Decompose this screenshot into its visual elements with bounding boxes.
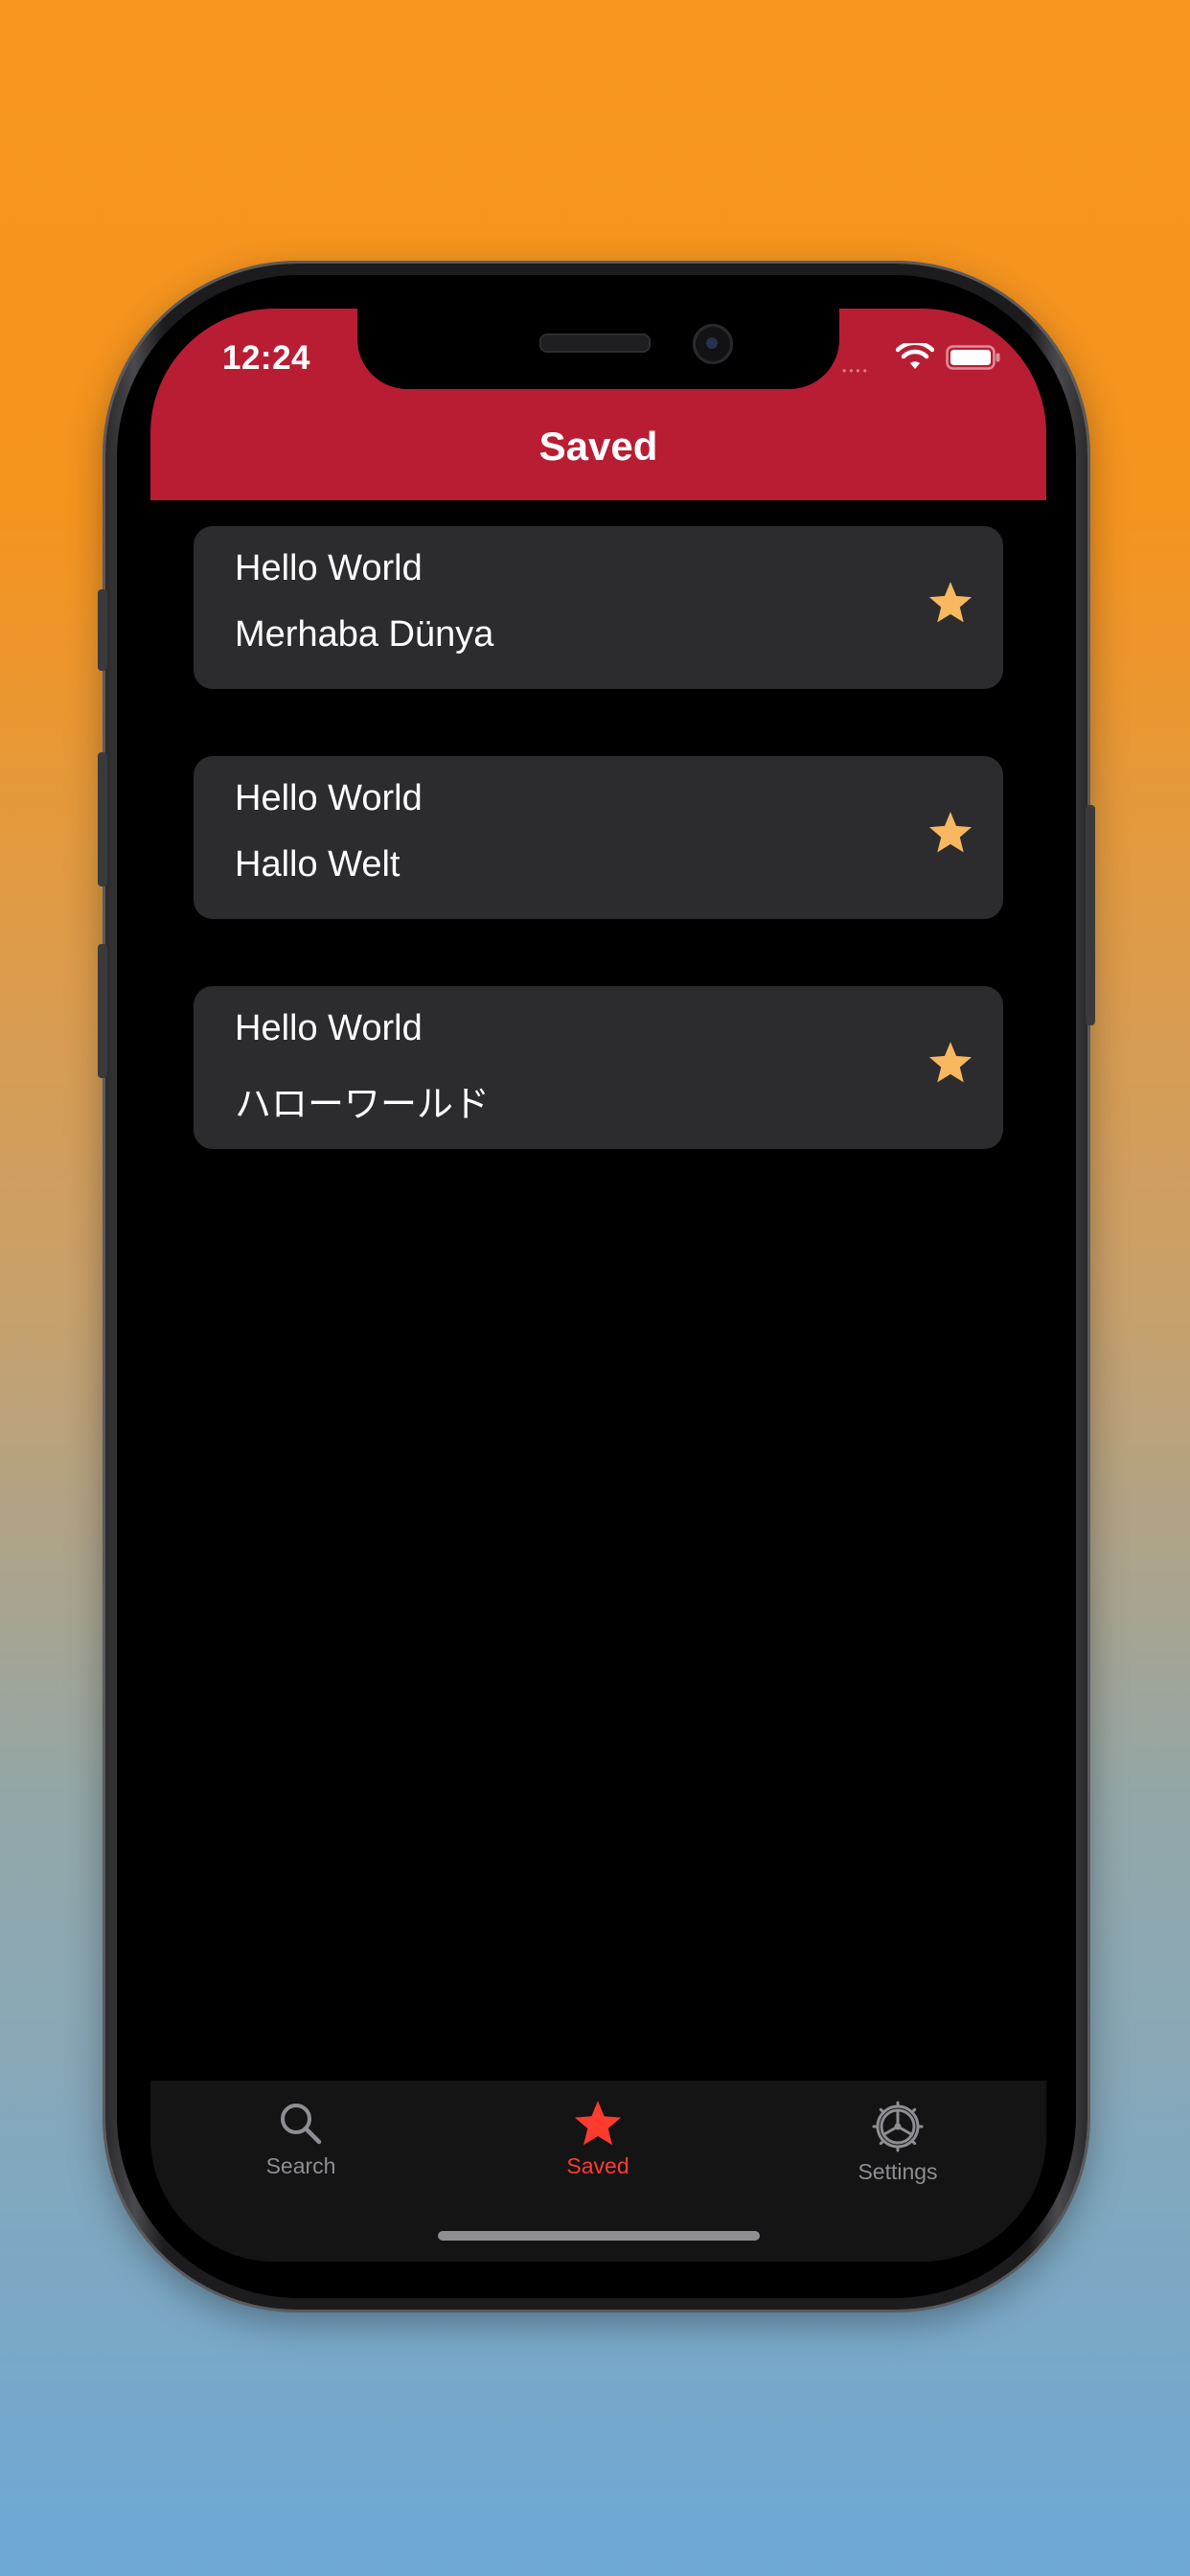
star-icon[interactable] [927, 809, 974, 857]
volume-up-button [98, 752, 107, 886]
tab-label: Saved [566, 2153, 629, 2178]
source-text: Hello World [235, 1008, 423, 1048]
tab-saved[interactable]: Saved [502, 2100, 694, 2179]
saved-translations-list: Hello World Merhaba Dünya Hello World Ha… [194, 526, 1003, 1216]
saved-translation-card[interactable]: Hello World Merhaba Dünya [194, 526, 1003, 689]
wifi-icon [896, 343, 934, 369]
tab-settings[interactable]: Settings [802, 2100, 994, 2185]
power-button [1086, 805, 1095, 1025]
tab-label: Search [265, 2153, 336, 2178]
signal-dots: •••• [842, 364, 870, 378]
volume-down-button [98, 944, 107, 1078]
battery-icon [946, 345, 1000, 370]
speaker-grille [539, 334, 651, 353]
tab-label: Settings [858, 2159, 938, 2184]
status-time: 12:24 [222, 339, 311, 377]
saved-translation-card[interactable]: Hello World ハローワールド [194, 986, 1003, 1149]
source-text: Hello World [235, 778, 423, 818]
translated-text: ハローワールド [235, 1085, 491, 1125]
home-indicator[interactable] [438, 2231, 760, 2241]
translated-text: Merhaba Dünya [235, 614, 494, 655]
star-icon [574, 2101, 622, 2146]
tab-bar: Search Saved Settings [150, 2081, 1046, 2262]
star-icon[interactable] [927, 579, 974, 627]
translated-text: Hallo Welt [235, 844, 400, 885]
gear-icon [872, 2101, 924, 2152]
navigation-bar: 12:24 •••• Saved [150, 309, 1046, 500]
app-screen: 12:24 •••• Saved Hello World Merhaba Dün… [150, 309, 1046, 2262]
star-icon[interactable] [927, 1039, 974, 1087]
magnifier-icon [281, 2104, 322, 2145]
saved-translation-card[interactable]: Hello World Hallo Welt [194, 756, 1003, 919]
source-text: Hello World [235, 548, 423, 588]
mute-switch [98, 589, 107, 671]
notch [357, 309, 839, 389]
front-camera [693, 324, 733, 364]
page-title: Saved [538, 424, 658, 469]
tab-search[interactable]: Search [205, 2100, 397, 2179]
